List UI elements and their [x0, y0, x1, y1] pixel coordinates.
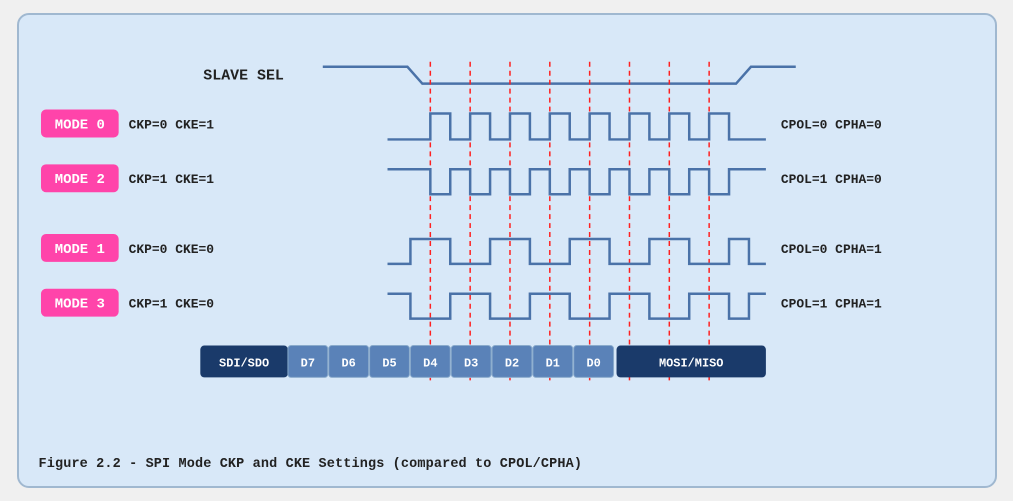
figure-caption: Figure 2.2 - SPI Mode CKP and CKE Settin… — [39, 449, 975, 472]
mode2-params: CKP=1 CKE=1 — [128, 172, 214, 187]
data-mosimiso-label: MOSI/MISO — [658, 356, 722, 370]
mode1-right: CPOL=0 CPHA=1 — [780, 242, 881, 257]
mode0-label: MODE 0 — [54, 117, 104, 133]
mode0-right: CPOL=0 CPHA=0 — [780, 117, 881, 132]
mode1-label: MODE 1 — [54, 242, 104, 258]
mode2-label: MODE 2 — [54, 172, 104, 188]
slave-sel-label: SLAVE SEL — [203, 69, 284, 85]
data-d0-label: D0 — [586, 356, 600, 370]
mode3-label: MODE 3 — [54, 297, 104, 313]
mode2-right: CPOL=1 CPHA=0 — [780, 172, 881, 187]
data-d3-label: D3 — [463, 356, 477, 370]
data-sdisdo-label: SDI/SDO — [219, 356, 269, 370]
mode0-wave — [387, 114, 765, 140]
mode1-params: CKP=0 CKE=0 — [128, 242, 214, 257]
mode2-wave — [387, 169, 765, 194]
mode3-params: CKP=1 CKE=0 — [128, 297, 214, 312]
data-d7-label: D7 — [300, 356, 314, 370]
mode3-right: CPOL=1 CPHA=1 — [780, 297, 881, 312]
mode0-params: CKP=0 CKE=1 — [128, 117, 214, 132]
outer-container: SLAVE SEL MODE 0 CKP=0 CKE=1 CPO — [17, 13, 997, 488]
data-d1-label: D1 — [545, 356, 559, 370]
data-d4-label: D4 — [423, 356, 437, 370]
slave-sel-wave — [322, 67, 795, 84]
data-d2-label: D2 — [504, 356, 518, 370]
diagram-svg-container: SLAVE SEL MODE 0 CKP=0 CKE=1 CPO — [39, 33, 975, 449]
data-d6-label: D6 — [341, 356, 355, 370]
data-d5-label: D5 — [382, 356, 396, 370]
